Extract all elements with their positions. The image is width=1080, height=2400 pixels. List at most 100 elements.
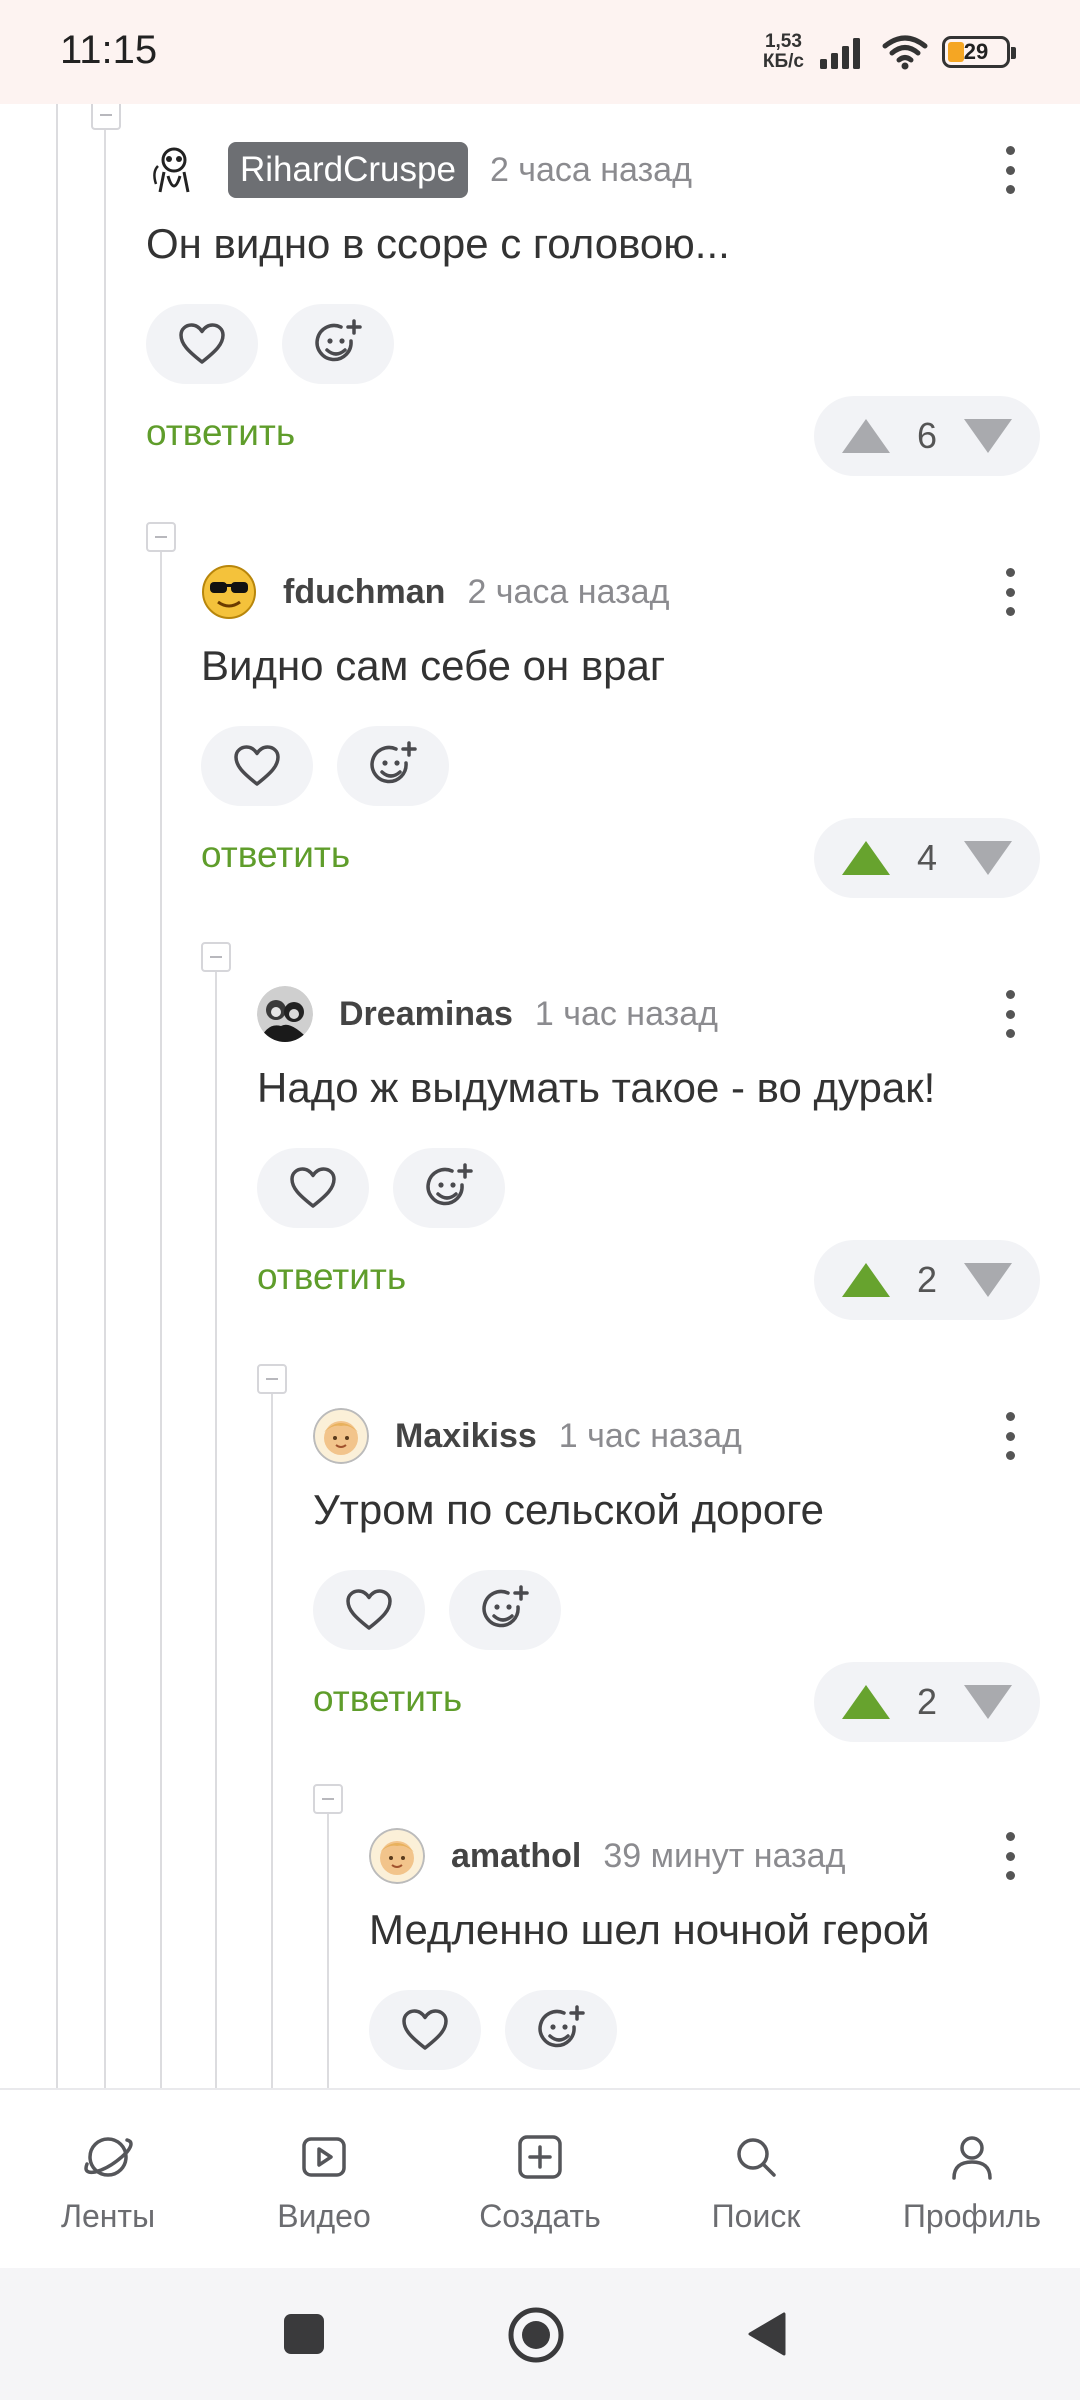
comment-reactions [369, 1990, 617, 2070]
downvote-arrow-icon[interactable] [964, 1263, 1012, 1297]
like-button[interactable] [201, 726, 313, 806]
network-speed-value: 1,53 [764, 31, 802, 52]
comment-author[interactable]: amathol [451, 1837, 581, 1876]
user-icon [952, 2136, 992, 2180]
collapse-thread-button[interactable] [313, 1784, 343, 1814]
heart-icon [179, 323, 225, 364]
thread-line [56, 104, 58, 2088]
downvote-arrow-icon[interactable] [964, 419, 1012, 453]
status-time: 11:15 [60, 28, 158, 72]
comment-text: Надо ж выдумать такое - во дурак! [257, 1064, 936, 1111]
comment-author[interactable]: RihardCruspe [228, 142, 468, 198]
thread-line [104, 130, 106, 2088]
comment-reactions [313, 1570, 561, 1650]
battery-indicator: 29 [942, 36, 1016, 68]
comment-thread[interactable]: RihardCruspe 2 часа назад Он видно в ссо… [0, 104, 1080, 2088]
more-options-icon[interactable] [1000, 1828, 1020, 1884]
rating-count: 2 [916, 1259, 938, 1300]
more-options-icon[interactable] [1000, 986, 1020, 1042]
nav-profile[interactable]: Профиль [864, 2090, 1080, 2268]
downvote-arrow-icon[interactable] [964, 841, 1012, 875]
downvote-arrow-icon[interactable] [964, 1685, 1012, 1719]
home-icon[interactable] [507, 2306, 565, 2364]
more-options-icon[interactable] [1000, 1408, 1020, 1464]
nav-search-label: Поиск [711, 2198, 801, 2234]
baby-avatar[interactable] [313, 1408, 369, 1464]
plus-square-icon [518, 2135, 562, 2179]
heart-icon [290, 1167, 336, 1208]
battery-level: 29 [963, 39, 989, 64]
like-button[interactable] [146, 304, 258, 384]
rating-count: 6 [916, 415, 938, 456]
nav-feeds[interactable]: Ленты [0, 2090, 216, 2268]
comment-author[interactable]: Maxikiss [395, 1417, 537, 1456]
add-reaction-button[interactable] [393, 1148, 505, 1228]
recent-apps-icon[interactable] [282, 2312, 326, 2356]
battery-fill [948, 42, 964, 62]
bottom-navigation: Ленты Видео Создать Поиск Профиль [0, 2088, 1080, 2268]
collapse-thread-button[interactable] [91, 104, 121, 130]
nav-video[interactable]: Видео [216, 2090, 432, 2268]
photo-avatar[interactable] [257, 986, 313, 1042]
upvote-arrow-icon[interactable] [842, 419, 890, 453]
thread-line [215, 970, 217, 2088]
collapse-thread-button[interactable] [257, 1364, 287, 1394]
comment-author[interactable]: fduchman [283, 573, 445, 612]
comment-reactions [201, 726, 449, 806]
lemur-avatar[interactable] [146, 142, 202, 198]
like-button[interactable] [313, 1570, 425, 1650]
nav-feeds-label: Ленты [60, 2198, 156, 2234]
reply-button[interactable]: ответить [201, 834, 350, 876]
nav-create-label: Создать [479, 2198, 601, 2234]
heart-icon [234, 745, 280, 786]
thread-line [271, 1392, 273, 2088]
more-options-icon[interactable] [1000, 142, 1020, 198]
like-button[interactable] [369, 1990, 481, 2070]
comment: RihardCruspe 2 часа назад Он видно в ссо… [146, 140, 1040, 490]
comment-text: Он видно в ссоре с головою... [146, 220, 730, 267]
reply-button[interactable]: ответить [146, 412, 295, 454]
comment-header: fduchman 2 часа назад [201, 562, 669, 622]
comment-time: 39 минут назад [603, 1836, 846, 1875]
add-emoji-icon [370, 741, 417, 784]
add-reaction-button[interactable] [337, 726, 449, 806]
upvote-arrow-icon[interactable] [842, 1685, 890, 1719]
collapse-thread-button[interactable] [146, 522, 176, 552]
add-emoji-icon [482, 1585, 529, 1628]
upvote-arrow-icon[interactable] [842, 1263, 890, 1297]
add-emoji-icon [315, 319, 362, 362]
comment-header: RihardCruspe 2 часа назад [146, 140, 692, 200]
nav-search[interactable]: Поиск [648, 2090, 864, 2268]
comment-rating: 4 [814, 818, 1040, 898]
comment-time: 1 час назад [558, 1416, 742, 1455]
add-reaction-button[interactable] [449, 1570, 561, 1650]
nav-profile-label: Профиль [902, 2198, 1042, 2234]
back-icon[interactable] [744, 2310, 788, 2358]
comment-time: 2 часа назад [489, 150, 692, 189]
upvote-arrow-icon[interactable] [842, 841, 890, 875]
baby-avatar[interactable] [369, 1828, 425, 1884]
comment-header: Maxikiss 1 час назад [313, 1406, 742, 1466]
nav-create[interactable]: Создать [432, 2090, 648, 2268]
add-reaction-button[interactable] [505, 1990, 617, 2070]
comment-author[interactable]: Dreaminas [339, 995, 513, 1034]
thread-line [327, 1812, 329, 2088]
reply-button[interactable]: ответить [257, 1256, 406, 1298]
comment-reactions [146, 304, 394, 384]
comment-header: amathol 39 минут назад [369, 1826, 845, 1886]
add-reaction-button[interactable] [282, 304, 394, 384]
comment: fduchman 2 часа назад Видно сам себе он … [201, 562, 1040, 912]
sunglasses-smiley-avatar[interactable] [201, 564, 257, 620]
comment-time: 2 часа назад [467, 572, 670, 611]
more-options-icon[interactable] [1000, 564, 1020, 620]
comment-rating: 2 [814, 1240, 1040, 1320]
reply-button[interactable]: ответить [313, 1678, 462, 1720]
comment-text: Видно сам себе он враг [201, 642, 666, 689]
like-button[interactable] [257, 1148, 369, 1228]
status-icons: 1,53 КБ/с 29 [763, 30, 1016, 74]
comment: Dreaminas 1 час назад Надо ж выдумать та… [257, 984, 1040, 1334]
signal-icon [820, 38, 860, 69]
video-icon [302, 2137, 346, 2177]
status-bar: 11:15 1,53 КБ/с 29 [0, 0, 1080, 104]
collapse-thread-button[interactable] [201, 942, 231, 972]
